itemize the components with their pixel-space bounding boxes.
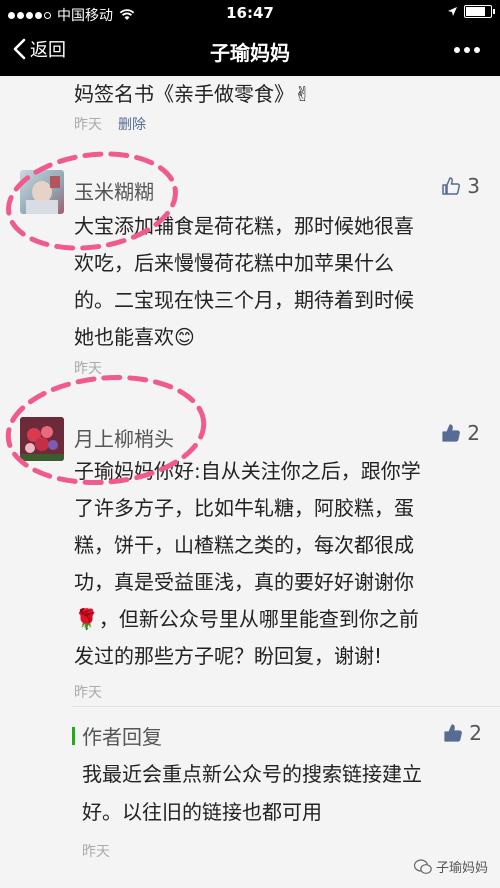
comment-meta: 昨天 [74, 358, 102, 378]
comment-text-fragment: 妈签名书《亲手做零食》✌ [74, 82, 311, 106]
page-title: 子瑜妈妈 [210, 41, 290, 65]
thumbs-up-icon [442, 177, 461, 195]
comment-meta: 昨天 [74, 682, 102, 702]
reply-time: 昨天 [82, 844, 110, 860]
commenter-name[interactable]: 月上柳梢头 [74, 423, 174, 452]
comment-line: 的。二宝现在快三个月，期待着到时候 [74, 288, 414, 312]
comment-line: 🌹，但新公众号里从哪里能查到你之前 [74, 607, 419, 631]
comment-time: 昨天 [74, 685, 102, 701]
thumbs-up-icon [444, 724, 463, 742]
comment-line: 她也能喜欢😊 [74, 325, 195, 349]
comment-list: 妈签名书《亲手做零食》✌ 昨天 删除 玉米糊糊 3 大宝添加辅食是荷花糕，那时候… [0, 76, 500, 888]
reply-line: 我最近会重点新公众号的搜索链接建立 [82, 762, 422, 786]
like-count: 2 [467, 421, 480, 445]
comment-time: 昨天 [74, 361, 102, 377]
avatar[interactable] [20, 170, 64, 214]
comment-line: 大宝添加辅食是荷花糕，那时候她很喜 [74, 214, 414, 238]
status-bar: 中国移动 16:47 [0, 0, 500, 26]
author-reply-label: 作者回复 [82, 725, 162, 749]
commenter-name[interactable]: 玉米糊糊 [74, 176, 154, 205]
like-button[interactable]: 2 [443, 721, 482, 745]
comment-text: 子瑜妈妈你好:自从关注你之后，跟你学 了许多方子，比如牛轧糖，阿胶糕，蛋 糕，饼… [74, 453, 474, 675]
nav-bar: 返回 子瑜妈妈 [0, 26, 500, 76]
like-button[interactable]: 3 [441, 174, 480, 198]
location-arrow-icon [448, 7, 457, 16]
comment-line: 糕，饼干，山楂糕之类的，每次都很成 [74, 533, 414, 557]
divider [72, 706, 500, 707]
comment-line: 子瑜妈妈你好:自从关注你之后，跟你学 [74, 459, 421, 483]
like-count: 3 [467, 174, 480, 198]
clock: 16:47 [226, 4, 274, 22]
more-icon[interactable] [454, 47, 480, 53]
comment-line: 欢吃，后来慢慢荷花糕中加苹果什么 [74, 251, 394, 275]
comment-line: 了许多方子，比如牛轧糖，阿胶糕，蛋 [74, 496, 414, 520]
like-button[interactable]: 2 [441, 421, 480, 445]
battery-icon [464, 5, 495, 18]
reply-indicator-bar [72, 727, 75, 745]
author-reply-text: 我最近会重点新公众号的搜索链接建立 好。以往旧的链接也都可用 [82, 755, 472, 831]
avatar[interactable] [20, 417, 64, 461]
reply-line: 好。以往旧的链接也都可用 [82, 800, 322, 824]
wechat-icon [413, 858, 432, 874]
comment-text: 大宝添加辅食是荷花糕，那时候她很喜 欢吃，后来慢慢荷花糕中加苹果什么 的。二宝现… [74, 208, 474, 356]
watermark-text: 子瑜妈妈 [435, 861, 488, 876]
comment-meta: 昨天 删除 [74, 114, 146, 134]
like-count: 2 [469, 721, 482, 745]
delete-link[interactable]: 删除 [118, 114, 146, 134]
comment-line: 功，真是受益匪浅，真的要好好谢谢你 [74, 570, 414, 594]
watermark: 子瑜妈妈 [413, 857, 488, 876]
comment-line: 发过的那些方子呢？盼回复，谢谢! [74, 644, 383, 668]
thumbs-up-icon [442, 424, 461, 442]
comment-time: 昨天 [74, 117, 102, 133]
